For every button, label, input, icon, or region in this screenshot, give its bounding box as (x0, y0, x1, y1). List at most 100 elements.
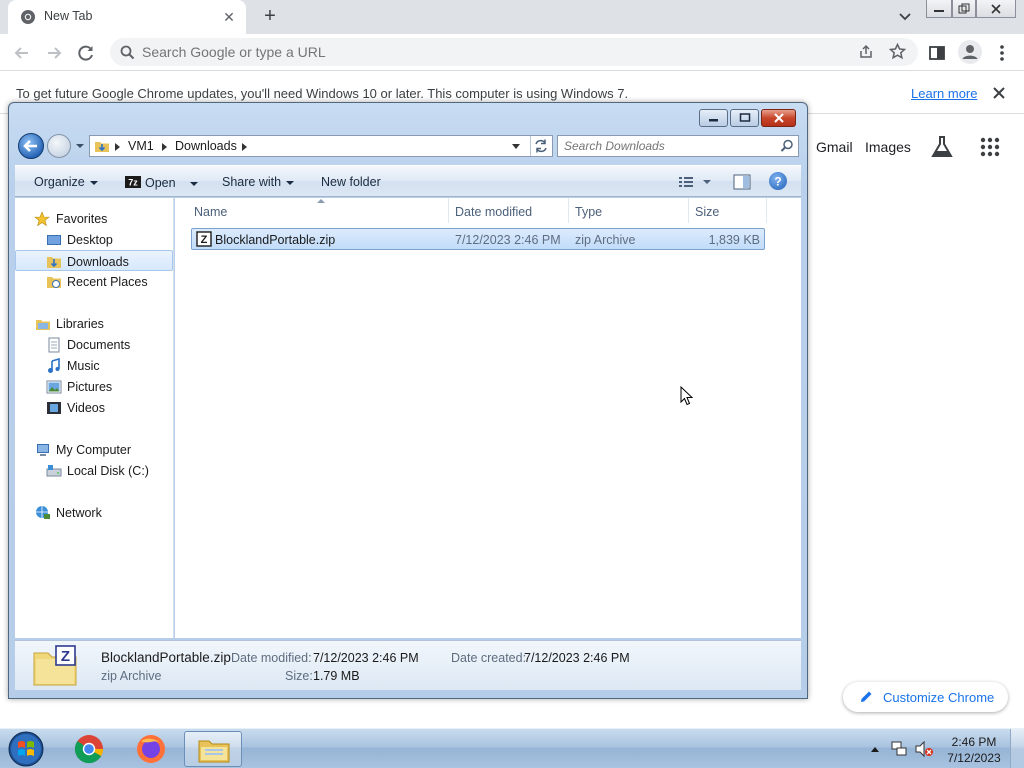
breadcrumb-separator-icon[interactable] (242, 143, 247, 151)
explorer-back-button[interactable] (18, 133, 44, 159)
change-view-icon[interactable] (679, 175, 713, 189)
column-header-date-modified[interactable]: Date modified (449, 198, 569, 223)
tab-search-icon[interactable] (896, 7, 914, 25)
nav-downloads[interactable]: Downloads (15, 250, 173, 271)
nav-label: Local Disk (C:) (67, 464, 149, 478)
taskbar-firefox[interactable] (122, 731, 180, 767)
nav-local-disk[interactable]: Local Disk (C:) (15, 460, 173, 481)
help-icon: ? (774, 175, 781, 189)
svg-text:?: ? (774, 175, 781, 189)
gmail-link[interactable]: Gmail (816, 139, 853, 155)
breadcrumb-downloads[interactable]: Downloads (175, 139, 237, 153)
svg-text:Z: Z (201, 234, 208, 246)
tab-new-tab[interactable]: New Tab ✕ (8, 0, 246, 34)
explorer-forward-button[interactable] (47, 134, 71, 158)
show-desktop-button[interactable] (1010, 729, 1024, 768)
omnibox-input[interactable] (142, 42, 842, 62)
breadcrumb-separator-icon[interactable] (115, 143, 120, 151)
taskbar-chrome[interactable] (60, 731, 118, 767)
music-note-icon (48, 358, 60, 373)
organize-button[interactable]: Organize (34, 175, 98, 189)
labs-flask-icon[interactable] (930, 134, 954, 160)
explorer-maximize-button[interactable] (730, 109, 759, 127)
images-link[interactable]: Images (865, 139, 911, 155)
file-type: zip Archive (575, 233, 636, 247)
column-header-type[interactable]: Type (569, 198, 689, 223)
explorer-command-bar: Organize 7z Open Share with New folder ? (15, 165, 801, 197)
chrome-minimize-button[interactable] (926, 0, 952, 18)
nav-libraries[interactable]: Libraries (15, 313, 173, 334)
details-date-created-label: Date created: (451, 651, 527, 665)
clock-time[interactable]: 2:46 PM (950, 735, 998, 749)
chrome-toolbar (0, 34, 1024, 71)
refresh-button[interactable] (530, 136, 552, 156)
explorer-search-input[interactable] (564, 139, 774, 153)
details-pane: Z BlocklandPortable.zip zip Archive Date… (15, 640, 801, 690)
column-label: Date modified (455, 205, 533, 219)
breadcrumb-separator-icon[interactable] (162, 143, 167, 151)
desktop-icon (47, 235, 61, 245)
tab-close-icon[interactable]: ✕ (220, 8, 238, 26)
forward-arrow-icon[interactable] (43, 42, 65, 64)
network-tray-icon[interactable] (890, 740, 908, 758)
chrome-icon (21, 10, 35, 24)
back-arrow-icon[interactable] (11, 42, 33, 64)
breadcrumb-vm1[interactable]: VM1 (128, 139, 154, 153)
customize-chrome-button[interactable]: Customize Chrome (843, 682, 1008, 712)
chevron-down-icon (189, 181, 198, 186)
profile-avatar[interactable] (958, 40, 982, 64)
search-icon[interactable] (780, 139, 794, 153)
open-label: Open (145, 176, 176, 190)
libraries-icon (36, 320, 50, 330)
start-button[interactable] (4, 730, 48, 768)
details-size-label: Size: (285, 669, 313, 683)
windows-taskbar: 2:46 PM 7/12/2023 (0, 728, 1024, 768)
nav-music[interactable]: Music (15, 355, 173, 376)
explorer-minimize-button[interactable] (699, 109, 728, 127)
help-button[interactable]: ? (769, 172, 787, 190)
file-row[interactable]: Z BlocklandPortable.zip 7/12/2023 2:46 P… (191, 228, 765, 250)
explorer-address-bar[interactable]: VM1 Downloads (89, 135, 553, 157)
nav-recent-places[interactable]: Recent Places (15, 271, 173, 292)
nav-favorites[interactable]: Favorites (15, 208, 173, 229)
nav-pictures[interactable]: Pictures (15, 376, 173, 397)
nav-label: My Computer (56, 443, 132, 457)
learn-more-link[interactable]: Learn more (911, 86, 977, 101)
share-icon[interactable] (858, 44, 874, 60)
7zip-icon: 7z (125, 176, 141, 188)
clock-date[interactable]: 7/12/2023 (944, 751, 1004, 765)
explorer-close-button[interactable] (761, 109, 796, 127)
zip-archive-icon: Z (196, 231, 212, 247)
show-hidden-icons-icon[interactable] (870, 745, 880, 753)
nav-my-computer[interactable]: My Computer (15, 439, 173, 460)
reload-icon[interactable] (75, 42, 97, 64)
nav-desktop[interactable]: Desktop (15, 229, 173, 250)
back-arrow-icon (23, 140, 37, 152)
taskbar-explorer[interactable] (184, 731, 242, 767)
infobar-close-icon[interactable] (990, 84, 1008, 102)
nav-label: Desktop (67, 233, 113, 247)
nav-network[interactable]: Network (15, 502, 173, 523)
share-with-button[interactable]: Share with (222, 175, 295, 189)
explorer-search-box[interactable] (557, 135, 799, 157)
address-history-dropdown-icon[interactable] (512, 144, 520, 149)
nav-label: Downloads (67, 255, 129, 269)
google-apps-icon[interactable] (980, 137, 1000, 157)
new-tab-button[interactable]: + (258, 4, 282, 28)
open-button[interactable]: 7z Open (125, 175, 198, 190)
chrome-close-button[interactable] (976, 0, 1016, 18)
nav-documents[interactable]: Documents (15, 334, 173, 355)
folder-icon (198, 740, 230, 763)
chrome-restore-button[interactable] (952, 0, 976, 18)
more-menu-icon[interactable] (991, 42, 1013, 64)
volume-muted-icon[interactable] (914, 740, 934, 758)
column-header-name[interactable]: Name (188, 198, 449, 223)
bookmark-star-icon[interactable] (889, 43, 906, 60)
omnibox[interactable] (110, 38, 918, 66)
column-header-size[interactable]: Size (689, 198, 767, 223)
new-folder-button[interactable]: New folder (321, 175, 381, 189)
recent-pages-dropdown-icon[interactable] (75, 141, 85, 151)
preview-pane-icon[interactable] (733, 174, 751, 190)
nav-videos[interactable]: Videos (15, 397, 173, 418)
side-panel-icon[interactable] (926, 42, 948, 64)
